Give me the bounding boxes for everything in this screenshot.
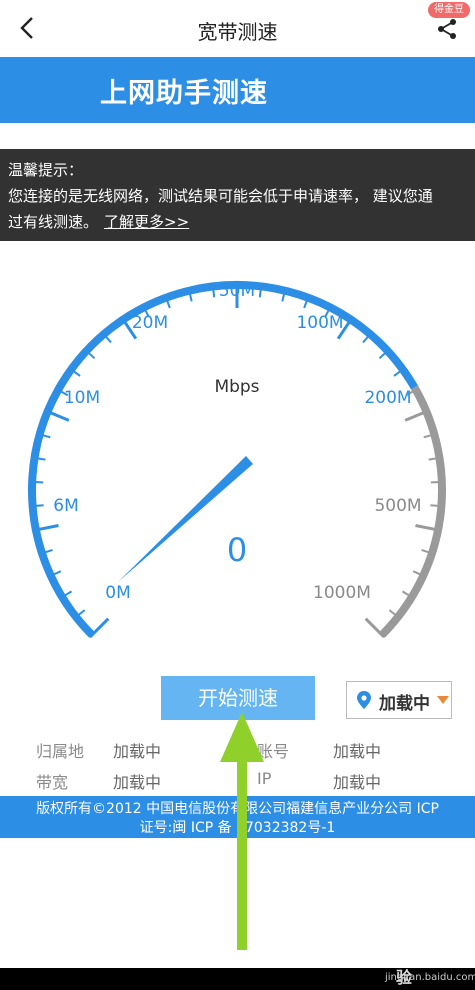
watermark-url: jingyan.baidu.com [385,972,475,983]
green-arrow-annotation [220,712,264,950]
